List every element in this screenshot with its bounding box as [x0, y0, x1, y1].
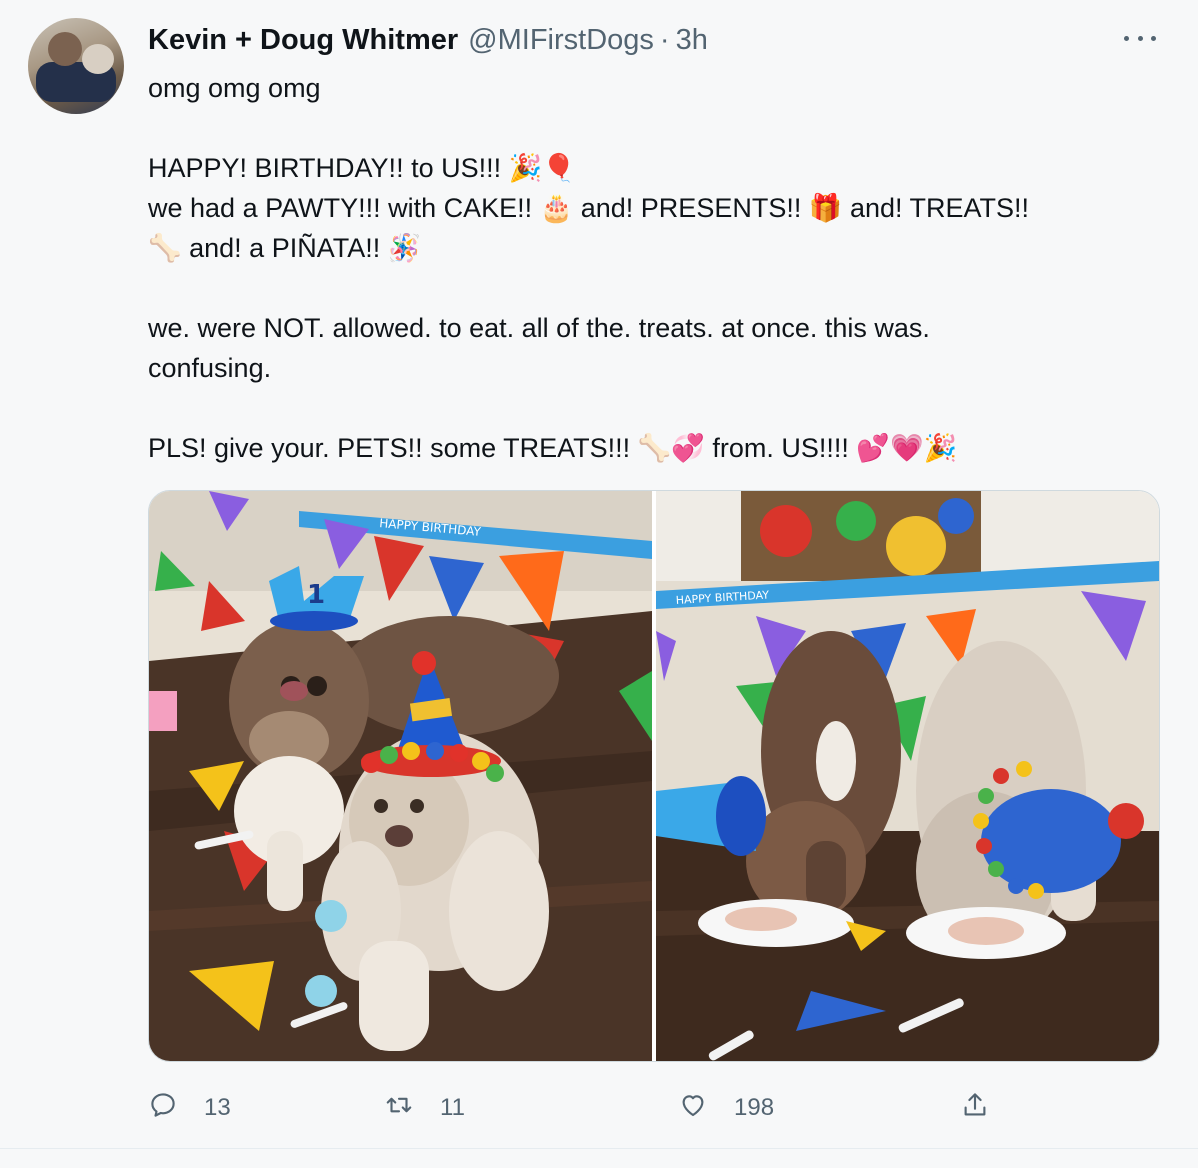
share-button[interactable]: [960, 1086, 990, 1130]
media-grid: HAPPY BIRTHDAY 1 HAPPY BIRTHDAY: [148, 490, 1160, 1062]
like-icon: [678, 1090, 708, 1127]
tweet-line: we had a PAWTY!!! with CAKE!! 🎂 and! PRE…: [148, 193, 1030, 223]
tweet-header: Kevin + Doug Whitmer @MIFirstDogs · 3h: [148, 22, 708, 58]
avatar[interactable]: [28, 18, 124, 114]
tweet-text: omg omg omg HAPPY! BIRTHDAY!! to US!!! 🎉…: [148, 68, 1158, 468]
like-count: 198: [734, 1094, 775, 1121]
more-icon[interactable]: [1120, 24, 1160, 52]
retweet-count: 11: [440, 1094, 465, 1121]
tweet-time[interactable]: 3h: [676, 24, 708, 57]
reply-count: 13: [204, 1094, 231, 1121]
tweet-line: confusing.: [148, 353, 272, 383]
share-icon: [960, 1090, 990, 1127]
photo-dogs-eating-cake[interactable]: HAPPY BIRTHDAY: [656, 491, 1159, 1061]
divider: [0, 1148, 1198, 1149]
reply-icon: [148, 1090, 178, 1127]
retweet-icon: [384, 1090, 414, 1127]
like-button[interactable]: 198: [678, 1086, 774, 1130]
reply-button[interactable]: 13: [148, 1086, 231, 1130]
tweet-actions: 13 11 198: [148, 1086, 1160, 1130]
tweet-line: we. were NOT. allowed. to eat. all of th…: [148, 313, 930, 343]
photo-two-dogs-party-hats[interactable]: HAPPY BIRTHDAY 1: [149, 491, 652, 1061]
tweet-line: PLS! give your. PETS!! some TREATS!!! 🦴💞…: [148, 433, 958, 463]
author-handle[interactable]: @MIFirstDogs: [468, 24, 654, 57]
tweet-line: omg omg omg: [148, 73, 321, 103]
retweet-button[interactable]: 11: [384, 1086, 465, 1130]
tweet[interactable]: Kevin + Doug Whitmer @MIFirstDogs · 3h o…: [0, 0, 1198, 1168]
separator: ·: [659, 23, 670, 56]
hat-number: 1: [307, 580, 325, 610]
tweet-line: 🦴 and! a PIÑATA!! 🪅: [148, 233, 422, 263]
tweet-line: HAPPY! BIRTHDAY!! to US!!! 🎉🎈: [148, 153, 576, 183]
author-name[interactable]: Kevin + Doug Whitmer: [148, 24, 458, 57]
